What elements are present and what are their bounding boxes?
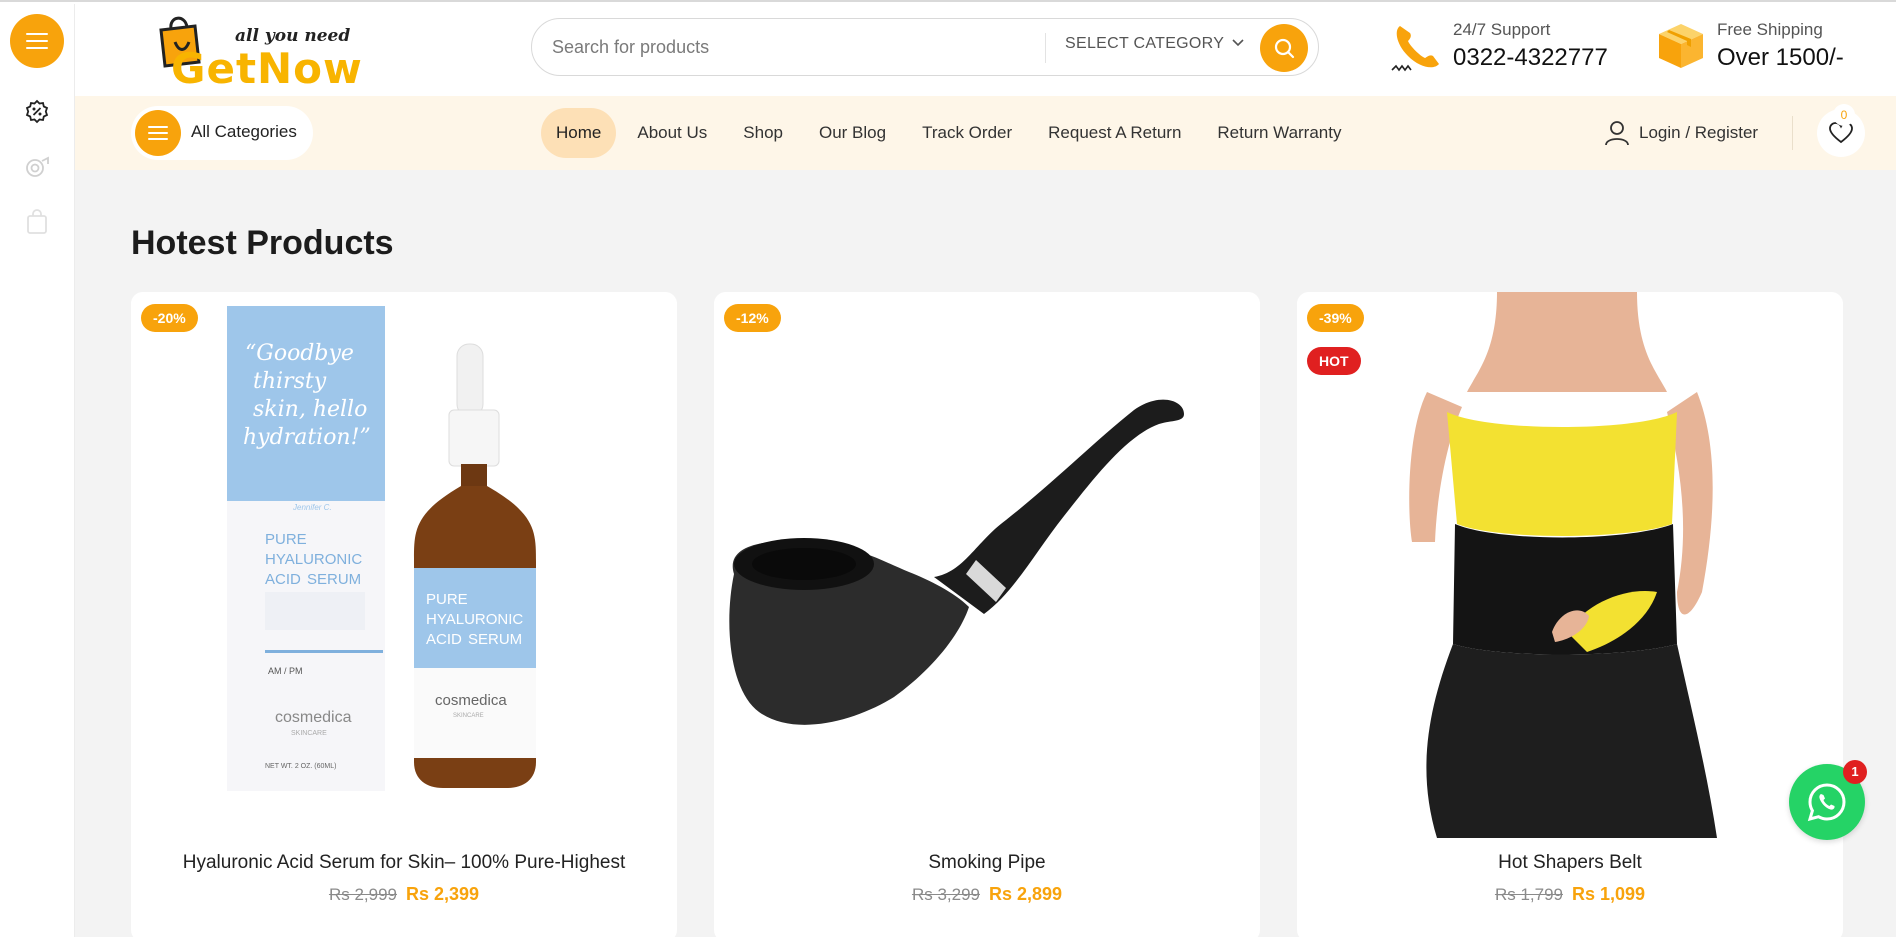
phone-icon [1391,26,1439,72]
serum-net-weight: NET WT. 2 OZ. (60ML) [265,763,336,770]
product-card[interactable]: -12% Smoking Pipe Rs 3,299 Rs 2,899 [714,292,1260,937]
old-price: Rs 2,999 [328,885,397,904]
serum-bottle-brand: cosmedica [435,692,507,709]
main-navigation: All Categories Home About Us Shop Our Bl… [75,96,1896,170]
login-register-label: Login / Register [1639,123,1759,142]
side-toolbar [0,4,75,937]
shipping-info: Free Shipping Over 1500/- [1655,16,1885,80]
bag-icon [27,209,47,234]
header: all you need GetNow SELECT CATEGORY 24/7… [75,4,1896,96]
sale-price: Rs 2,399 [406,884,480,904]
logo[interactable]: all you need GetNow [155,10,375,93]
serum-box-brand-sub: SKINCARE [291,730,327,737]
nav-item-home[interactable]: Home [541,108,617,158]
search-icon [1274,38,1295,59]
wishlist-count-badge: 0 [1833,104,1855,126]
shipping-label: Free Shipping [1717,20,1823,39]
sale-price: Rs 2,899 [989,884,1063,904]
serum-box-line1: PURE [265,531,307,548]
product-price: Rs 1,799 Rs 1,099 [1297,884,1843,905]
nav-item-about-us[interactable]: About Us [622,108,722,158]
discount-icon [25,99,49,124]
side-camera-button[interactable] [23,153,51,181]
product-price: Rs 3,299 Rs 2,899 [714,884,1260,905]
box-icon [1659,24,1703,68]
product-card[interactable]: “Goodbye thirsty skin, hello hydration!” Je… [131,292,677,937]
product-title[interactable]: Hyaluronic Acid Serum for Skin– 100% Pur… [131,852,677,874]
side-bag-button[interactable] [23,208,51,236]
search-button[interactable] [1260,24,1308,72]
section-title: Hotest Products [131,224,394,262]
camera-icon [26,156,49,177]
serum-bottle-line1: PURE [426,591,468,608]
main-content: Hotest Products “Goodbye thirsty skin, hel… [75,170,1896,937]
serum-box-brand: cosmedica [275,709,352,726]
discount-badge: -12% [724,304,781,332]
nav-item-request-a-return[interactable]: Request A Return [1033,108,1196,158]
serum-bottle-line3b: SERUM [468,631,522,648]
serum-bottle-line2: HYALURONIC [426,611,523,628]
user-icon [1605,121,1629,146]
serum-bottle-brand-sub: SKINCARE [453,713,484,719]
serum-box-line3: ACID [265,571,301,588]
menu-icon [148,126,168,140]
all-categories-label: All Categories [191,122,297,141]
page: all you need GetNow SELECT CATEGORY 24/7… [0,0,1896,937]
product-title[interactable]: Hot Shapers Belt [1297,852,1843,874]
serum-quote-author: Jennifer C. [292,503,332,512]
product-card[interactable]: -39% HOT Hot Shapers Belt Rs 1,799 Rs 1,… [1297,292,1843,937]
support-info: 24/7 Support 0322-4322777 [1390,16,1630,80]
product-image-pipe [714,292,1260,838]
hot-badge: HOT [1307,347,1361,375]
product-title[interactable]: Smoking Pipe [714,852,1260,874]
serum-bottle-line3: ACID [426,631,462,648]
login-register-link[interactable]: Login / Register [1605,118,1758,148]
support-label: 24/7 Support [1453,20,1551,39]
product-image-belt [1297,292,1843,838]
serum-box-line3b: SERUM [307,571,361,588]
chevron-down-icon[interactable] [1232,35,1244,50]
discount-badge: -39% [1307,304,1364,332]
whatsapp-icon [1807,783,1846,822]
product-price: Rs 2,999 Rs 2,399 [131,884,677,905]
nav-item-return-warranty[interactable]: Return Warranty [1202,108,1356,158]
nav-divider [1792,116,1793,150]
search-bar: SELECT CATEGORY [531,18,1319,76]
support-phone[interactable]: 0322-4322777 [1453,44,1608,72]
old-price: Rs 3,299 [911,885,980,904]
nav-item-shop[interactable]: Shop [728,108,798,158]
serum-box-line2: HYALURONIC [265,551,362,568]
old-price: Rs 1,799 [1494,885,1563,904]
logo-wordmark: GetNow [171,44,363,93]
product-image-serum: “Goodbye thirsty skin, hello hydration!” Je… [131,292,677,838]
menu-icon [26,33,48,49]
side-discount-button[interactable] [23,98,51,126]
all-categories-button[interactable]: All Categories [131,106,313,160]
category-select[interactable]: SELECT CATEGORY [1065,35,1224,53]
nav-item-track-order[interactable]: Track Order [907,108,1027,158]
serum-ampm: AM / PM [268,666,303,676]
shipping-threshold: Over 1500/- [1717,44,1844,71]
sale-price: Rs 1,099 [1572,884,1646,904]
search-divider [1045,33,1046,63]
search-input[interactable] [552,33,972,61]
discount-badge: -20% [141,304,198,332]
side-menu-button[interactable] [10,14,64,68]
chat-unread-badge: 1 [1843,760,1867,784]
all-categories-toggle[interactable] [135,110,181,156]
logo-tagline: all you need [235,26,351,46]
nav-item-our-blog[interactable]: Our Blog [804,108,901,158]
nav-menu: Home About Us Shop Our Blog Track Order … [541,106,1362,160]
